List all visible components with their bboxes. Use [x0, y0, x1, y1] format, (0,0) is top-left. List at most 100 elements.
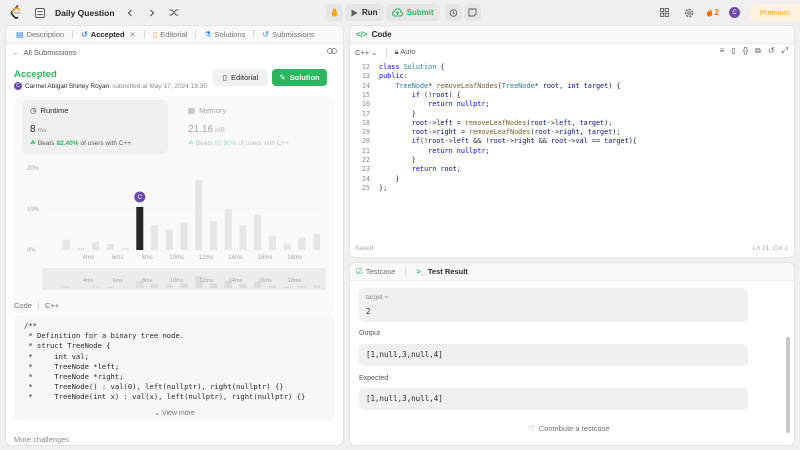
bookmark-icon[interactable]: ▯ [731, 46, 735, 56]
layout-grid-icon[interactable] [658, 6, 672, 20]
timer-button[interactable] [444, 4, 462, 21]
format-icon[interactable]: ≡ [720, 46, 725, 56]
auto-mode-label: Auto [400, 47, 416, 56]
line-number: 14 [361, 81, 370, 90]
code-line: class Solution { [379, 63, 445, 71]
runtime-beats-pct: 82.40% [56, 139, 79, 147]
language-select-value: C++ [355, 47, 370, 57]
runtime-distribution-chart[interactable]: 20% 10% 0% C 4ms 6ms 8ms 10ms 12ms 14ms 16ms 18ms 4m… [14, 158, 335, 318]
bar [239, 225, 247, 250]
navigator-tick-label: 6ms [112, 278, 123, 284]
bar [298, 237, 306, 250]
shuffle-icon[interactable] [167, 6, 181, 20]
tab-submissions[interactable]: ↺ Submissions [258, 26, 318, 44]
memory-beats-suffix: of users with C++ [238, 139, 290, 147]
bar [151, 225, 159, 250]
chevron-down-icon: ⌄ [371, 47, 378, 57]
tab-separator [253, 30, 255, 39]
arrow-left-icon: ← [12, 48, 20, 57]
tab-solutions[interactable]: ⚗ Solutions [200, 26, 249, 44]
navigator-bar [151, 283, 159, 288]
runtime-unit: ms [37, 127, 47, 134]
code-line: public: [379, 72, 408, 81]
chevron-right-icon[interactable] [145, 6, 159, 20]
runtime-title: Runtime [40, 106, 69, 115]
fullscreen-icon[interactable]: ⤢ [782, 46, 788, 56]
navigator-tick-label: 14ms [229, 278, 243, 284]
copy-icon[interactable]: ⧉ [755, 46, 761, 56]
share-link-icon[interactable] [327, 47, 337, 57]
tab-test-result[interactable]: >_ Test Result [416, 267, 467, 276]
line-number: 16 [361, 100, 370, 109]
navigator-bar [180, 283, 188, 288]
debug-button[interactable] [326, 4, 343, 21]
reset-icon[interactable]: ↺ [768, 46, 775, 56]
code-line: } [379, 174, 400, 183]
chevron-left-icon[interactable] [123, 6, 137, 20]
submission-panel: ▤ Description ↺ Accepted ✕ ▯ Editorial ⚗… [5, 25, 344, 446]
line-number: 18 [361, 118, 370, 127]
runtime-card[interactable]: ◷ Runtime 8 ms ☘ Beats 82.40% of users wi… [22, 100, 168, 154]
more-challenges-link[interactable]: More challenges [14, 435, 69, 444]
output-label: Output [359, 330, 381, 337]
tab-separator [143, 30, 145, 39]
code-line: root->right = removeLeafNodes(root->righ… [411, 128, 621, 137]
problem-list-icon[interactable] [33, 6, 47, 20]
braces-icon[interactable]: {} [743, 46, 748, 56]
daily-question-title[interactable]: Daily Question [55, 8, 115, 18]
tab-editorial[interactable]: ▯ Editorial [149, 26, 192, 44]
premium-button[interactable]: Premium [749, 4, 800, 21]
checkbox-icon: ☑ [356, 267, 363, 276]
submitter-avatar: C [14, 82, 22, 90]
code-line: if (!root) { [411, 90, 461, 99]
tab-testcase-label: Testcase [365, 267, 396, 276]
x-tick-label: 18ms [287, 255, 302, 261]
submitter-name[interactable]: Carmel Abigail Shirley Royan [25, 83, 109, 90]
run-button[interactable]: Run [345, 4, 384, 21]
beats-icon: ☘ [30, 140, 36, 147]
history-icon: ↺ [262, 30, 270, 39]
line-number: 13 [361, 72, 370, 81]
editorial-button[interactable]: ▯ Editorial [213, 69, 268, 86]
line-number: 21 [361, 146, 370, 155]
memory-chip-icon: ▦ [188, 106, 196, 115]
code-line: } [379, 109, 416, 118]
submission-byline: C Carmel Abigail Shirley Royan submitted… [14, 82, 207, 90]
submit-button[interactable]: Submit [385, 4, 440, 21]
output-value: [1,null,3,null,4] [366, 350, 443, 359]
navigator-bar [106, 286, 114, 288]
x-tick-label: 4ms [83, 255, 94, 261]
clock-icon: ↺ [81, 30, 88, 39]
language-select[interactable]: C++ ⌄ [355, 48, 378, 57]
notes-button[interactable] [463, 4, 481, 21]
leetcode-logo-icon[interactable] [9, 5, 23, 20]
bar [62, 239, 70, 250]
contribute-testcase-link[interactable]: ♡ Contribute a testcase [528, 424, 610, 433]
memory-card[interactable]: ▦ Memory 21.16 MB ☘ Beats 82.90% of users… [180, 100, 326, 154]
memory-value: 21.16 [188, 124, 214, 135]
test-result-scrollbar[interactable] [786, 337, 790, 433]
all-submissions-label: All Submissions [23, 48, 77, 57]
streak-counter[interactable]: 2 [706, 8, 719, 17]
flask-icon: ⚗ [204, 30, 212, 39]
bar [195, 180, 203, 250]
user-avatar[interactable]: C [728, 7, 740, 18]
submission-status: Accepted [14, 69, 57, 80]
settings-gear-icon[interactable] [682, 6, 696, 20]
terminal-icon: >_ [416, 267, 425, 276]
auto-mode-toggle[interactable]: 🔒︎ Auto [395, 47, 416, 57]
close-tab-icon[interactable]: ✕ [130, 30, 136, 39]
all-submissions-link[interactable]: ← All Submissions [12, 48, 76, 57]
edit-icon: ✎ [279, 73, 286, 82]
view-more-button[interactable]: ⌄ View more [14, 409, 335, 417]
run-submit-group: Run Submit [326, 4, 481, 21]
tab-accepted[interactable]: ↺ Accepted ✕ [77, 26, 140, 44]
chevron-down-icon: ⌄ [154, 410, 160, 417]
navigator-tick-label: 18ms [288, 278, 302, 284]
navigator-tick-label: 8ms [142, 278, 153, 284]
tab-testcase[interactable]: ☑ Testcase [356, 267, 395, 276]
cursor-position: Ln 21, Col 1 [752, 245, 788, 252]
post-solution-button[interactable]: ✎ Solution [272, 69, 327, 86]
tab-description[interactable]: ▤ Description [12, 26, 68, 44]
code-editor[interactable]: 12 13 14 15 16 17 18 19 20 21 22 23 24 25 class Solut… [350, 62, 794, 242]
